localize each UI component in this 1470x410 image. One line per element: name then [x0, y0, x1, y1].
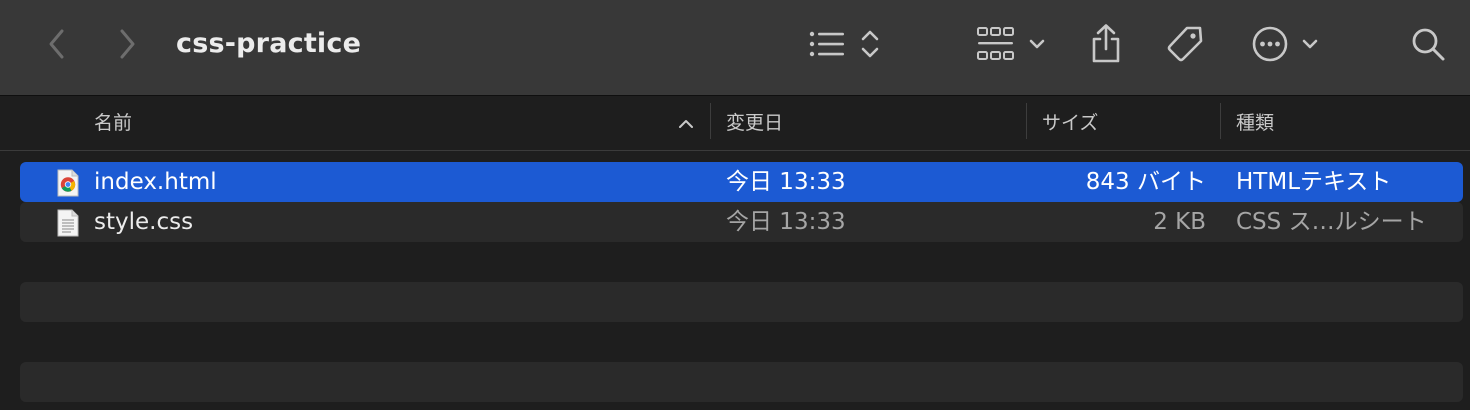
share-button[interactable] — [1088, 22, 1124, 66]
chevron-left-icon — [49, 29, 64, 59]
column-header-kind[interactable]: 種類 — [1236, 97, 1456, 151]
chevron-down-icon — [1302, 39, 1318, 49]
chevron-down-icon — [1029, 39, 1045, 49]
chevron-right-icon — [120, 29, 135, 59]
chrome-document-icon — [57, 169, 79, 197]
column-divider[interactable] — [1026, 103, 1027, 139]
grid-group-icon — [977, 27, 1014, 60]
list-view-icon — [809, 31, 844, 57]
ellipsis-circle-icon — [1252, 26, 1288, 62]
more-actions-button[interactable] — [1250, 24, 1322, 64]
column-divider[interactable] — [710, 103, 711, 139]
file-row-index-html[interactable]: index.html 今日 13:33 843 バイト HTMLテキスト — [20, 162, 1463, 202]
file-row-style-css[interactable]: style.css 今日 13:33 2 KB CSS ス…ルシート — [20, 202, 1463, 242]
column-header-size[interactable]: サイズ — [1042, 97, 1212, 151]
file-date: 今日 13:33 — [726, 169, 846, 195]
column-divider[interactable] — [1220, 103, 1221, 139]
search-button[interactable] — [1408, 24, 1448, 64]
share-icon — [1092, 24, 1120, 63]
text-document-icon — [57, 209, 79, 237]
window-title: css-practice — [176, 28, 362, 59]
forward-button[interactable] — [110, 26, 144, 62]
up-down-chevron-icon — [861, 30, 879, 58]
window-toolbar: css-practice — [0, 0, 1470, 96]
file-size: 2 KB — [1153, 209, 1206, 235]
column-header-bar: 名前 変更日 サイズ 種類 — [0, 97, 1470, 151]
empty-row — [20, 362, 1463, 402]
file-size: 843 バイト — [1085, 169, 1206, 195]
sort-ascending-icon — [679, 120, 693, 128]
file-kind: CSS ス…ルシート — [1236, 209, 1427, 235]
group-button[interactable] — [974, 24, 1050, 64]
view-options-button[interactable] — [806, 24, 888, 64]
back-button[interactable] — [40, 26, 74, 62]
tag-icon — [1167, 26, 1203, 62]
column-header-date[interactable]: 変更日 — [726, 97, 1016, 151]
empty-row — [20, 282, 1463, 322]
tag-button[interactable] — [1164, 22, 1206, 66]
column-header-name[interactable]: 名前 — [94, 97, 704, 151]
file-date: 今日 13:33 — [726, 209, 846, 235]
file-kind: HTMLテキスト — [1236, 169, 1392, 195]
search-icon — [1412, 28, 1445, 61]
file-name: index.html — [94, 169, 217, 195]
file-name: style.css — [94, 209, 194, 235]
column-header-name-label: 名前 — [94, 112, 133, 134]
